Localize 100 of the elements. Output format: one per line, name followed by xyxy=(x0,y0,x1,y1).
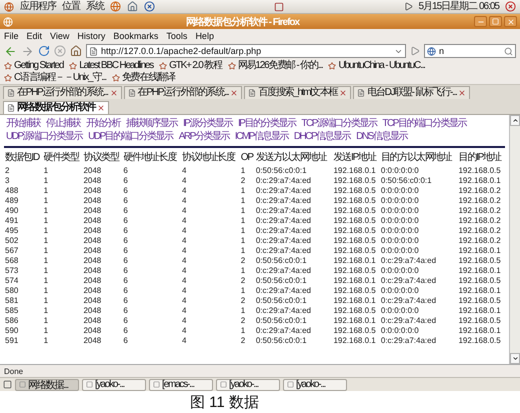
table-cell-text: 0:50:56:c0:0:1 xyxy=(254,296,308,306)
table-cell-text: 192.168.0.1 xyxy=(457,176,502,186)
table-cell-text: 192.168.0.1 xyxy=(332,296,377,306)
nav-link[interactable]: 开始分析 xyxy=(86,118,120,130)
table-cell-text: 0:0:0:0:0:0 xyxy=(380,166,420,176)
menu-item[interactable]: Tools xyxy=(166,30,188,40)
nav-link[interactable]: 开始捕获 xyxy=(6,118,40,130)
table-cell-text: 0:50:56:c0:0:1 xyxy=(254,166,308,176)
table-cell-text: 4 xyxy=(181,326,188,336)
nav-link[interactable]: 捕获顺序显示 xyxy=(126,118,177,130)
nav-link[interactable]: IP目的分类显示 xyxy=(238,118,296,130)
bookmark-item[interactable]: Getting Started xyxy=(4,60,64,72)
table-cell-text: 0:50:56:c0:0:1 xyxy=(380,176,433,186)
table-cell-text: 6 xyxy=(122,306,129,316)
bookmark-item[interactable]: Latest BBC Headlines xyxy=(69,60,154,72)
table-cell-text: 6 xyxy=(122,216,129,226)
minimize-button[interactable] xyxy=(474,16,487,27)
table-cell-text: 1 xyxy=(240,326,246,336)
table-cell-text: 192.168.0.1 xyxy=(332,256,377,266)
bookmark-item[interactable]: 免费在线翻译 xyxy=(112,72,175,84)
close-button[interactable] xyxy=(504,16,517,27)
table-cell-text: 0:c:29:a7:4a:ed xyxy=(254,226,312,236)
desktop-icon[interactable] xyxy=(3,380,12,389)
clock[interactable]: 5月15日星期二 06:05 xyxy=(418,0,499,12)
column-header: 硬件地址长度 xyxy=(122,152,178,165)
table-cell-text: 4 xyxy=(181,226,188,236)
scrollbar[interactable] xyxy=(509,115,520,364)
home-icon[interactable] xyxy=(70,45,82,57)
close-icon[interactable] xyxy=(458,89,466,97)
panel-menu[interactable]: 系统 xyxy=(86,0,104,12)
browser-icon[interactable] xyxy=(110,1,121,12)
table-cell-text: 1 xyxy=(42,276,50,286)
taskbar-button[interactable]: [yaoko-... xyxy=(216,378,280,390)
maximize-button[interactable] xyxy=(489,16,502,27)
close-icon[interactable] xyxy=(97,104,106,112)
address-field[interactable]: http://127.0.0.1/apache2-default/arp.php xyxy=(86,44,406,58)
browser-tab[interactable]: 在PHP运行外部的系统... xyxy=(3,86,122,99)
reload-icon[interactable] xyxy=(38,45,50,57)
browser-tab[interactable]: 电台DJ联盟- 鼠标飞行-... xyxy=(353,86,470,99)
nav-link[interactable]: IP源分类显示 xyxy=(183,118,232,130)
column-header: 目的方以太网地址 xyxy=(380,152,453,165)
taskbar-button[interactable]: [emacs-... xyxy=(149,378,213,390)
scroll-down-button[interactable] xyxy=(510,353,520,364)
nav-link[interactable]: ICMP信息显示 xyxy=(234,131,288,143)
column-header: 协议地址长度 xyxy=(181,152,236,165)
taskbar-button[interactable]: [yaoko-... xyxy=(82,378,146,390)
menu-item[interactable]: Edit xyxy=(26,30,42,40)
table-cell-text: 1 xyxy=(42,286,50,296)
table-cell-text: 1 xyxy=(240,226,246,236)
table-cell-text: 2048 xyxy=(82,316,102,326)
nav-link[interactable]: UDP源端口分类显示 xyxy=(6,131,82,143)
table-cell-text: 192.168.0.5 xyxy=(332,206,377,216)
home-icon[interactable] xyxy=(127,1,138,12)
taskbar-button[interactable]: [yaoko-... xyxy=(283,378,347,390)
table-cell-text: 1 xyxy=(240,206,246,216)
table-cell-text: 192.168.0.2 xyxy=(457,236,502,246)
menu-item[interactable]: History xyxy=(77,30,106,40)
close-icon[interactable] xyxy=(230,89,238,97)
panel-menu[interactable]: 应用程序 xyxy=(20,0,56,12)
scroll-up-button[interactable] xyxy=(510,115,520,126)
search-field[interactable]: n xyxy=(424,44,516,58)
table-cell-text: 0:c:29:a7:4a:ed xyxy=(254,216,312,226)
table-cell-text: 1 xyxy=(240,186,246,196)
table-cell-text: 1 xyxy=(42,266,50,276)
back-icon[interactable] xyxy=(4,44,17,58)
browser-tab[interactable]: 网络数据包分析软件 xyxy=(3,101,110,114)
panel-menu[interactable]: 位置 xyxy=(62,0,80,12)
menu-item[interactable]: View xyxy=(50,30,70,40)
menu-item[interactable]: Help xyxy=(195,30,214,40)
close-icon[interactable] xyxy=(110,89,118,97)
bookmark-item[interactable]: GTK+ 2.0 教程 xyxy=(159,60,222,72)
search-icon[interactable] xyxy=(504,46,513,56)
table-cell-text: 4 xyxy=(181,186,188,196)
browser-tab[interactable]: 在PHP运行外部的系统... xyxy=(124,86,242,99)
page-icon xyxy=(357,89,366,97)
column-header: 发送IP地址 xyxy=(332,152,378,165)
table-cell-text: 0:0:0:0:0:0 xyxy=(380,286,420,296)
taskbar-button[interactable]: 网络数据... xyxy=(15,378,79,390)
nav-link[interactable]: TCP目的端口分类显示 xyxy=(382,118,466,130)
forward-icon[interactable] xyxy=(21,44,34,58)
table-cell-text: 2048 xyxy=(82,286,102,296)
menu-item[interactable]: File xyxy=(4,30,19,40)
nav-link[interactable]: DNS信息显示 xyxy=(356,131,407,143)
table-cell-text: 4 xyxy=(181,286,188,296)
table-cell-text: 4 xyxy=(181,316,188,326)
table-cell-text: 1 xyxy=(240,306,246,316)
go-icon[interactable] xyxy=(410,46,420,56)
close-icon[interactable] xyxy=(339,89,348,97)
bookmark-label: Latest BBC Headlines xyxy=(79,60,154,72)
nav-link[interactable]: ARP分类显示 xyxy=(178,131,229,143)
nav-link[interactable]: 停止捕获 xyxy=(46,118,80,130)
menu-item[interactable]: Bookmarks xyxy=(113,30,158,40)
browser-tab[interactable]: 百度搜索_html文本框 xyxy=(244,86,352,99)
table-cell-text: 0:c:29:a7:4a:ed xyxy=(380,316,438,326)
column-header: 目的IP地址 xyxy=(457,152,502,165)
nav-link[interactable]: UDP目的端口分类显示 xyxy=(88,131,173,143)
nav-link[interactable]: TCP源端口分类显示 xyxy=(301,118,376,130)
table-cell-text: 6 xyxy=(122,186,129,196)
nav-link[interactable]: DHCP信息显示 xyxy=(294,131,350,143)
table-cell-text: 1 xyxy=(42,306,50,316)
